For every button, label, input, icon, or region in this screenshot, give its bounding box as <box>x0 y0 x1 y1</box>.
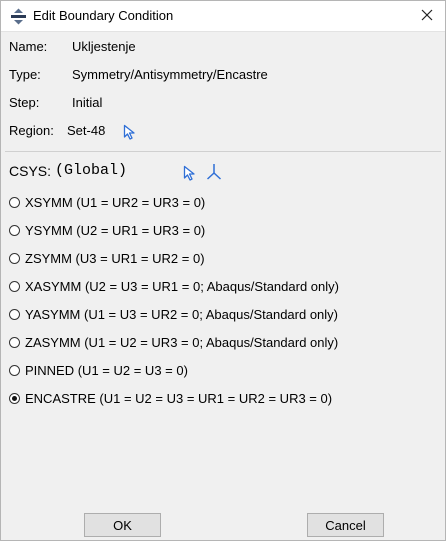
radio-button-selected[interactable] <box>9 392 20 404</box>
csys-axis-icon[interactable] <box>206 163 222 181</box>
region-arrow-pointer-icon[interactable] <box>123 124 137 140</box>
ok-button[interactable]: OK <box>84 513 161 537</box>
close-icon <box>421 9 433 24</box>
option-xsymm[interactable]: XSYMM (U1 = UR2 = UR3 = 0) <box>9 192 205 212</box>
radio-button[interactable] <box>9 336 20 348</box>
radio-button[interactable] <box>9 364 20 376</box>
step-row: Step: Initial <box>9 93 102 113</box>
radio-button[interactable] <box>9 280 20 292</box>
csys-row: CSYS: (Global) <box>9 160 127 182</box>
name-row: Name: Ukljestenje <box>9 37 136 57</box>
boundary-condition-icon <box>10 8 27 25</box>
region-label: Region: <box>9 123 54 138</box>
csys-arrow-pointer-icon[interactable] <box>183 165 197 181</box>
option-label: YASYMM (U1 = U3 = UR2 = 0; Abaqus/Standa… <box>25 306 338 322</box>
option-zasymm[interactable]: ZASYMM (U1 = U2 = UR3 = 0; Abaqus/Standa… <box>9 332 338 352</box>
region-value: Set-48 <box>67 123 106 138</box>
option-label: ZASYMM (U1 = U2 = UR3 = 0; Abaqus/Standa… <box>25 334 339 350</box>
option-label: PINNED (U1 = U2 = U3 = 0) <box>25 362 188 378</box>
csys-value: (Global) <box>55 162 128 179</box>
type-value: Symmetry/Antisymmetry/Encastre <box>72 67 268 82</box>
option-label: YSYMM (U2 = UR1 = UR3 = 0) <box>25 222 206 238</box>
window-title: Edit Boundary Condition <box>33 8 174 23</box>
option-label: XASYMM (U2 = U3 = UR1 = 0; Abaqus/Standa… <box>25 278 339 294</box>
step-value: Initial <box>72 95 103 110</box>
option-label: ZSYMM (U3 = UR1 = UR2 = 0) <box>25 250 205 266</box>
ok-button-label: OK <box>113 517 132 533</box>
cancel-button[interactable]: Cancel <box>307 513 384 537</box>
step-label: Step: <box>9 95 40 110</box>
type-row: Type: Symmetry/Antisymmetry/Encastre <box>9 65 268 85</box>
option-ysymm[interactable]: YSYMM (U2 = UR1 = UR3 = 0) <box>9 220 205 240</box>
radio-button[interactable] <box>9 252 20 264</box>
option-yasymm[interactable]: YASYMM (U1 = U3 = UR2 = 0; Abaqus/Standa… <box>9 304 338 324</box>
option-label: ENCASTRE (U1 = U2 = U3 = UR1 = UR2 = UR3… <box>25 390 333 406</box>
option-pinned[interactable]: PINNED (U1 = U2 = U3 = 0) <box>9 360 188 380</box>
option-zsymm[interactable]: ZSYMM (U3 = UR1 = UR2 = 0) <box>9 248 205 268</box>
name-label: Name: <box>9 39 48 54</box>
radio-button[interactable] <box>9 308 20 320</box>
close-button[interactable] <box>409 1 445 31</box>
type-label: Type: <box>9 67 41 82</box>
option-label: XSYMM (U1 = UR2 = UR3 = 0) <box>25 194 206 210</box>
name-value: Ukljestenje <box>72 39 136 54</box>
csys-label: CSYS: <box>9 163 52 179</box>
separator <box>5 151 441 152</box>
titlebar: Edit Boundary Condition <box>1 1 445 32</box>
region-row: Region: Set-48 <box>9 121 105 141</box>
option-encastre[interactable]: ENCASTRE (U1 = U2 = U3 = UR1 = UR2 = UR3… <box>9 388 332 408</box>
radio-button[interactable] <box>9 224 20 236</box>
radio-button[interactable] <box>9 196 20 208</box>
cancel-button-label: Cancel <box>325 517 366 533</box>
option-xasymm[interactable]: XASYMM (U2 = U3 = UR1 = 0; Abaqus/Standa… <box>9 276 339 296</box>
edit-boundary-condition-dialog: Edit Boundary Condition Name: Ukljestenj… <box>0 0 446 541</box>
